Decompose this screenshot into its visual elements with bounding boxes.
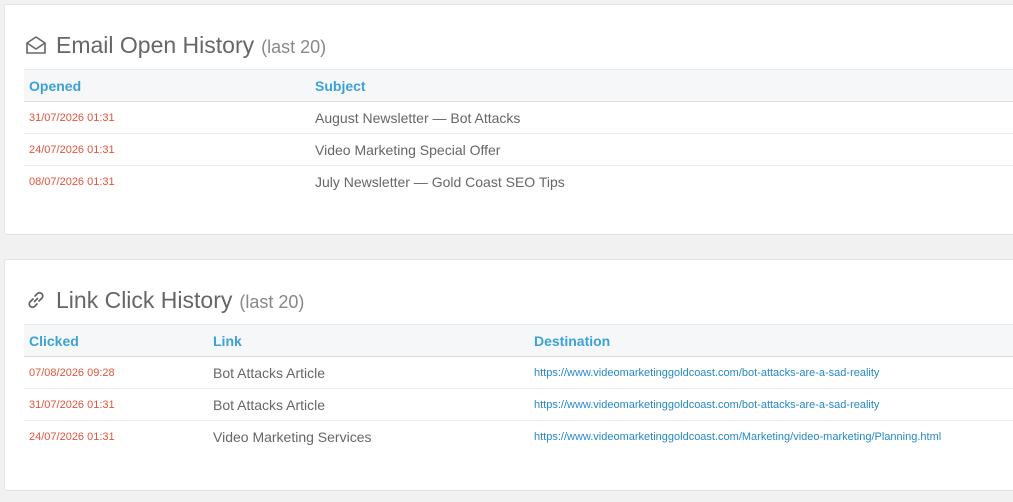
link-name: Bot Attacks Article	[208, 388, 529, 421]
clicked-date: 07/08/2026 09:28	[24, 356, 208, 389]
email-open-table: Opened Subject 31/07/2026 01:31 August N…	[24, 69, 1013, 198]
column-header-destination[interactable]: Destination	[529, 324, 1013, 357]
panel-subtitle: (last 20)	[261, 36, 327, 57]
destination-url-cell: https://www.videomarketinggoldcoast.com/…	[529, 388, 1013, 421]
table-row: 24/07/2026 01:31 Video Marketing Service…	[24, 421, 1013, 453]
opened-date: 24/07/2026 01:31	[24, 133, 310, 166]
table-row: 08/07/2026 01:31 July Newsletter — Gold …	[24, 166, 1013, 198]
opened-date: 31/07/2026 01:31	[24, 101, 310, 134]
link-name: Bot Attacks Article	[208, 356, 529, 389]
email-subject: July Newsletter — Gold Coast SEO Tips	[315, 173, 565, 190]
table-header-row: Opened Subject	[24, 69, 1013, 102]
clicked-date: 31/07/2026 01:31	[24, 388, 208, 421]
email-subject: August Newsletter — Bot Attacks	[310, 101, 1013, 134]
email-open-history-heading: Email Open History (last 20)	[25, 25, 326, 65]
table-row: 24/07/2026 01:31 Video Marketing Special…	[24, 133, 1013, 166]
table-row: 07/08/2026 09:28 Bot Attacks Article htt…	[24, 356, 1013, 389]
email-subject: Video Marketing Special Offer	[310, 133, 1013, 166]
email-open-history-panel: Email Open History (last 20) Opened Subj…	[4, 4, 1013, 235]
link-icon	[25, 289, 47, 311]
destination-url-cell: https://www.videomarketinggoldcoast.com/…	[529, 356, 1013, 389]
clicked-date: 24/07/2026 01:31	[29, 430, 115, 443]
opened-date: 08/07/2026 01:31	[29, 175, 115, 188]
column-header-link[interactable]: Link	[208, 324, 529, 357]
link-click-table: Clicked Link Destination 07/08/2026 09:2…	[24, 324, 1013, 453]
link-click-history-panel: Link Click History (last 20) Clicked Lin…	[4, 259, 1013, 491]
panel-subtitle: (last 20)	[239, 291, 305, 312]
envelope-open-icon	[25, 34, 47, 56]
destination-url-link[interactable]: https://www.videomarketinggoldcoast.com/…	[534, 367, 879, 379]
link-name: Video Marketing Services	[213, 428, 372, 445]
panel-title: Link Click History	[56, 286, 233, 313]
destination-url-link[interactable]: https://www.videomarketinggoldcoast.com/…	[534, 399, 879, 411]
column-header-clicked[interactable]: Clicked	[24, 324, 208, 357]
table-row: 31/07/2026 01:31 Bot Attacks Article htt…	[24, 388, 1013, 421]
destination-url-cell: https://www.videomarketinggoldcoast.com/…	[529, 421, 1013, 453]
destination-url-link[interactable]: https://www.videomarketinggoldcoast.com/…	[534, 431, 941, 443]
table-header-row: Clicked Link Destination	[24, 324, 1013, 357]
panel-title: Email Open History	[56, 31, 255, 58]
column-header-subject[interactable]: Subject	[310, 69, 1013, 102]
link-click-history-heading: Link Click History (last 20)	[25, 280, 304, 320]
column-header-opened[interactable]: Opened	[24, 69, 310, 102]
table-row: 31/07/2026 01:31 August Newsletter — Bot…	[24, 101, 1013, 134]
